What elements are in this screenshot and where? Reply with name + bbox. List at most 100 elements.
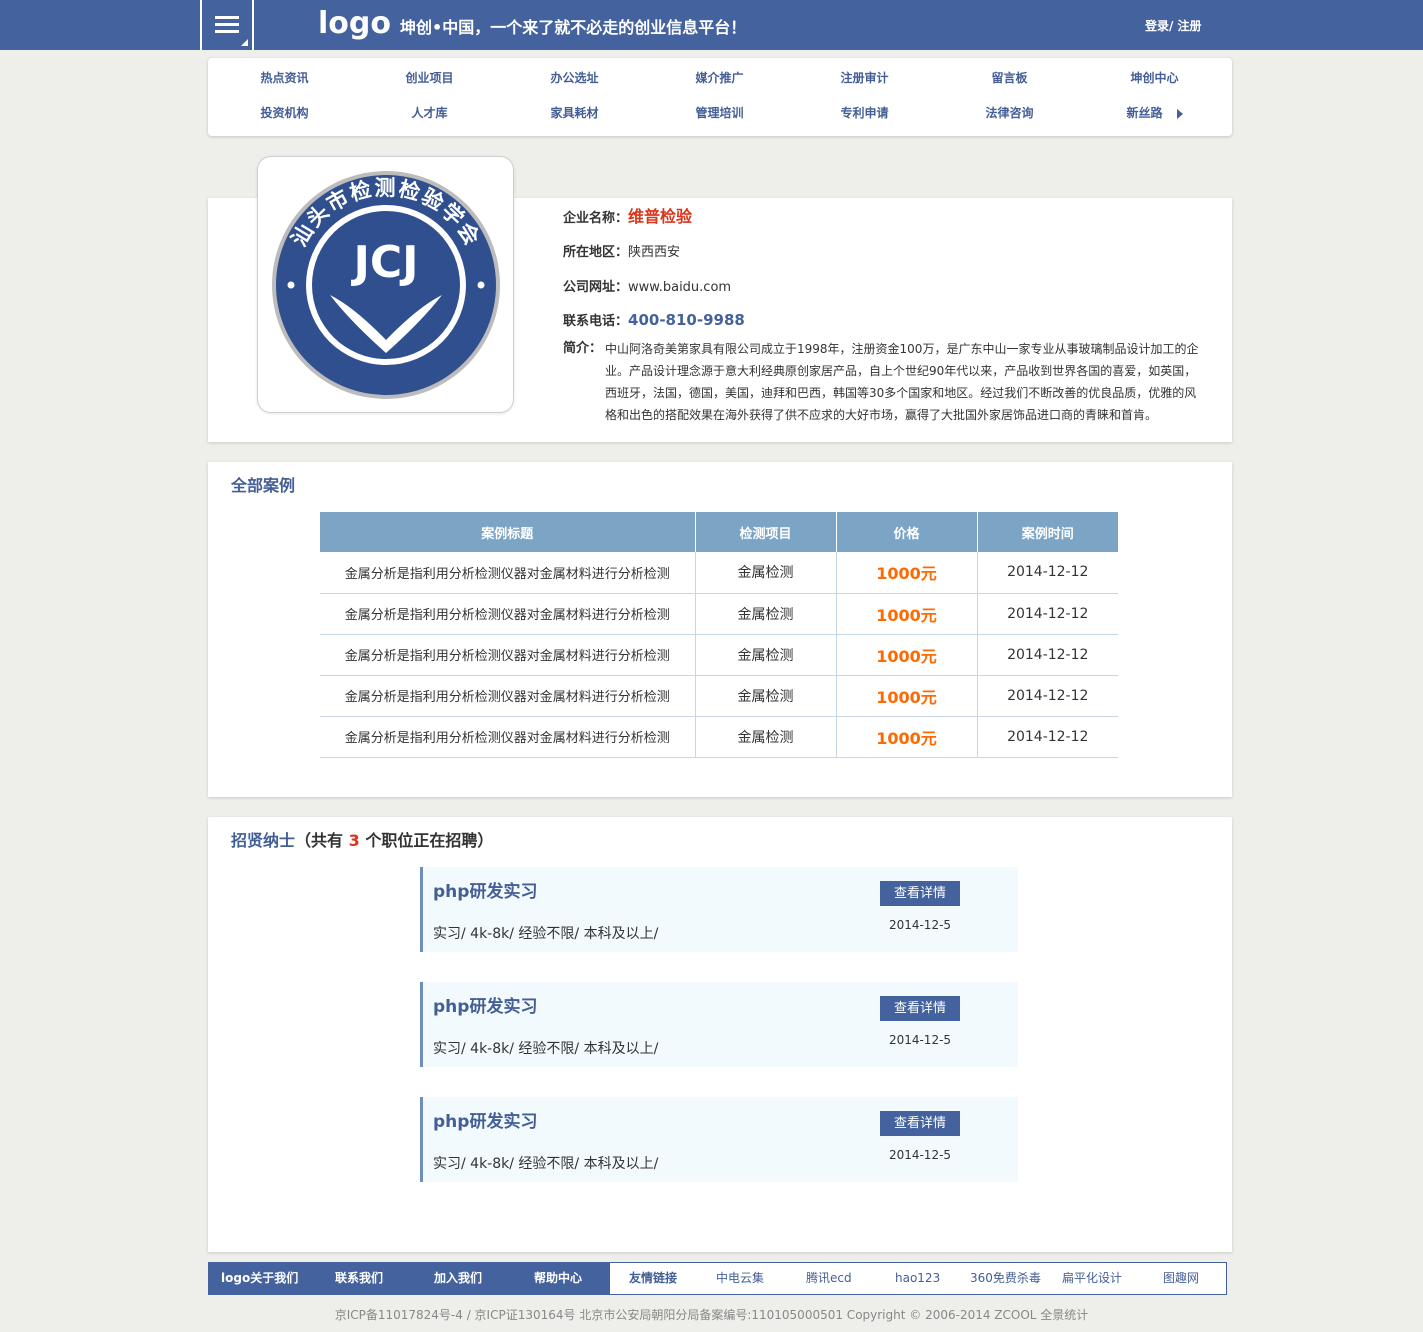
nav-item-patent[interactable]: 专利申请	[792, 103, 937, 123]
nav-item-furniture[interactable]: 家具耗材	[502, 103, 647, 123]
jcj-seal-icon: 汕头市检测检验学会 JCJ	[272, 171, 500, 399]
table-row[interactable]: 金属分析是指利用分析检测仪器对金属材料进行分析检测 金属检测 1000元 201…	[320, 634, 1118, 676]
friend-link[interactable]: 图趣网	[1163, 1263, 1199, 1294]
nav-item-media[interactable]: 媒介推广	[647, 68, 792, 88]
site-logo[interactable]: logo	[318, 6, 391, 41]
copyright-text: 京ICP备11017824号-4 / 京ICP证130164号 北京市公安局朝阳…	[334, 1308, 1089, 1322]
job-title[interactable]: php研发实习	[433, 877, 537, 902]
cases-table: 案例标题 检测项目 价格 案例时间 金属分析是指利用分析检测仪器对金属材料进行分…	[320, 512, 1118, 758]
case-item: 金属检测	[695, 716, 837, 758]
job-title[interactable]: php研发实习	[433, 992, 537, 1017]
company-name: 维普检验	[628, 207, 693, 226]
footer-about-link[interactable]: logo关于我们	[221, 1263, 298, 1294]
table-row[interactable]: 金属分析是指利用分析检测仪器对金属材料进行分析检测 金属检测 1000元 201…	[320, 552, 1118, 594]
nav-item-hot-news[interactable]: 热点资讯	[212, 68, 357, 88]
table-row[interactable]: 金属分析是指利用分析检测仪器对金属材料进行分析检测 金属检测 1000元 201…	[320, 675, 1118, 717]
company-logo: 汕头市检测检验学会 JCJ	[257, 156, 514, 413]
nav-row-2: 投资机构 人才库 家具耗材 管理培训 专利申请 法律咨询 新丝路	[208, 103, 1232, 123]
case-title[interactable]: 金属分析是指利用分析检测仪器对金属材料进行分析检测	[320, 634, 696, 676]
case-item: 金属检测	[695, 593, 837, 635]
case-date: 2014-12-12	[977, 675, 1118, 717]
nav-item-startup[interactable]: 创业项目	[357, 68, 502, 88]
case-date: 2014-12-12	[977, 593, 1118, 635]
job-date: 2014-12-5	[888, 1033, 952, 1047]
case-price: 1000元	[836, 634, 978, 676]
view-details-button[interactable]: 查看详情	[880, 881, 960, 906]
friend-link[interactable]: 360免费杀毒	[970, 1263, 1041, 1294]
case-title[interactable]: 金属分析是指利用分析检测仪器对金属材料进行分析检测	[320, 593, 696, 635]
nav-item-investors[interactable]: 投资机构	[212, 103, 357, 123]
friend-link[interactable]: 腾讯ecd	[806, 1263, 852, 1294]
job-title[interactable]: php研发实习	[433, 1107, 537, 1132]
col-price-header: 价格	[836, 512, 978, 552]
company-name-label: 企业名称：	[563, 211, 629, 226]
col-date-header: 案例时间	[977, 512, 1118, 552]
case-price: 1000元	[836, 716, 978, 758]
phone-label: 联系电话：	[563, 314, 629, 329]
nav-row-1: 热点资讯 创业项目 办公选址 媒介推广 注册审计 留言板 坤创中心	[208, 68, 1232, 88]
nav-item-center[interactable]: 坤创中心	[1082, 68, 1227, 88]
site-slogan: 坤创•中国，一个来了就不必走的创业信息平台！	[400, 18, 747, 37]
jobs-count-suffix: 个职位正在招聘）	[365, 831, 494, 850]
company-intro: 简介： 中山阿洛奇美第家具有限公司成立于1998年，注册资金100万，是广东中山…	[563, 338, 1203, 426]
case-title[interactable]: 金属分析是指利用分析检测仪器对金属材料进行分析检测	[320, 675, 696, 717]
friend-links-label: 友情链接	[629, 1271, 678, 1285]
job-card: php研发实习 实习/ 4k-8k/ 经验不限/ 本科及以上/ 查看详情 201…	[420, 982, 1018, 1067]
footer-site-links: logo关于我们 联系我们 加入我们 帮助中心	[209, 1263, 610, 1294]
friend-link[interactable]: 中电云集	[716, 1263, 764, 1294]
job-date: 2014-12-5	[888, 918, 952, 932]
case-date: 2014-12-12	[977, 634, 1118, 676]
phone-value: 400-810-9988	[628, 311, 745, 329]
job-card: php研发实习 实习/ 4k-8k/ 经验不限/ 本科及以上/ 查看详情 201…	[420, 867, 1018, 952]
hamburger-icon	[215, 16, 239, 34]
company-name-row: 企业名称：维普检验	[563, 203, 692, 227]
case-item: 金属检测	[695, 634, 837, 676]
nav-item-message-board[interactable]: 留言板	[937, 68, 1082, 88]
intro-label: 简介：	[563, 341, 603, 356]
nav-item-silk-road-label: 新丝路	[1126, 106, 1163, 120]
nav-item-talent[interactable]: 人才库	[357, 103, 502, 123]
region-row: 所在地区：陕西西安	[563, 241, 680, 260]
case-price: 1000元	[836, 675, 978, 717]
category-nav: 热点资讯 创业项目 办公选址 媒介推广 注册审计 留言板 坤创中心 投资机构 人…	[208, 58, 1232, 136]
case-item: 金属检测	[695, 552, 837, 594]
website-link[interactable]: www.baidu.com	[628, 280, 731, 295]
footer-help-link[interactable]: 帮助中心	[534, 1263, 582, 1294]
table-row[interactable]: 金属分析是指利用分析检测仪器对金属材料进行分析检测 金属检测 1000元 201…	[320, 716, 1118, 758]
case-item: 金属检测	[695, 675, 837, 717]
case-title[interactable]: 金属分析是指利用分析检测仪器对金属材料进行分析检测	[320, 552, 696, 594]
nav-item-silk-road[interactable]: 新丝路	[1082, 103, 1227, 123]
jobs-title: 招贤纳士（共有 3 个职位正在招聘）	[231, 827, 493, 851]
case-date: 2014-12-12	[977, 552, 1118, 594]
footer-links-bar: logo关于我们 联系我们 加入我们 帮助中心 友情链接 中电云集 腾讯ecd …	[208, 1262, 1227, 1295]
website-row: 公司网址：www.baidu.com	[563, 276, 731, 295]
view-details-button[interactable]: 查看详情	[880, 1111, 960, 1136]
seal-jcj-text: JCJ	[350, 237, 418, 288]
table-row[interactable]: 金属分析是指利用分析检测仪器对金属材料进行分析检测 金属检测 1000元 201…	[320, 593, 1118, 635]
friend-link[interactable]: hao123	[895, 1263, 940, 1294]
menu-button[interactable]	[200, 0, 254, 50]
jobs-panel: 招贤纳士（共有 3 个职位正在招聘） php研发实习 实习/ 4k-8k/ 经验…	[208, 817, 1232, 1252]
login-register-link[interactable]: 登录/ 注册	[1145, 17, 1202, 34]
footer-join-link[interactable]: 加入我们	[434, 1263, 482, 1294]
cases-panel: 全部案例 案例标题 检测项目 价格 案例时间 金属分析是指利用分析检测仪器对金属…	[208, 462, 1232, 797]
job-date: 2014-12-5	[888, 1148, 952, 1162]
footer-contact-link[interactable]: 联系我们	[335, 1263, 383, 1294]
jobs-count-prefix: （共有	[295, 831, 344, 850]
job-meta: 实习/ 4k-8k/ 经验不限/ 本科及以上/	[433, 1041, 659, 1057]
job-card: php研发实习 实习/ 4k-8k/ 经验不限/ 本科及以上/ 查看详情 201…	[420, 1097, 1018, 1182]
nav-item-registration[interactable]: 注册审计	[792, 68, 937, 88]
nav-item-training[interactable]: 管理培训	[647, 103, 792, 123]
friend-link[interactable]: 扁平化设计	[1062, 1263, 1122, 1294]
col-item-header: 检测项目	[695, 512, 837, 552]
region-value: 陕西西安	[628, 245, 681, 260]
job-meta: 实习/ 4k-8k/ 经验不限/ 本科及以上/	[433, 1156, 659, 1172]
table-header-row: 案例标题 检测项目 价格 案例时间	[320, 512, 1118, 552]
view-details-button[interactable]: 查看详情	[880, 996, 960, 1021]
job-meta: 实习/ 4k-8k/ 经验不限/ 本科及以上/	[433, 926, 659, 942]
arrow-right-icon	[1176, 108, 1183, 119]
nav-item-office[interactable]: 办公选址	[502, 68, 647, 88]
case-date: 2014-12-12	[977, 716, 1118, 758]
case-title[interactable]: 金属分析是指利用分析检测仪器对金属材料进行分析检测	[320, 716, 696, 758]
nav-item-legal[interactable]: 法律咨询	[937, 103, 1082, 123]
